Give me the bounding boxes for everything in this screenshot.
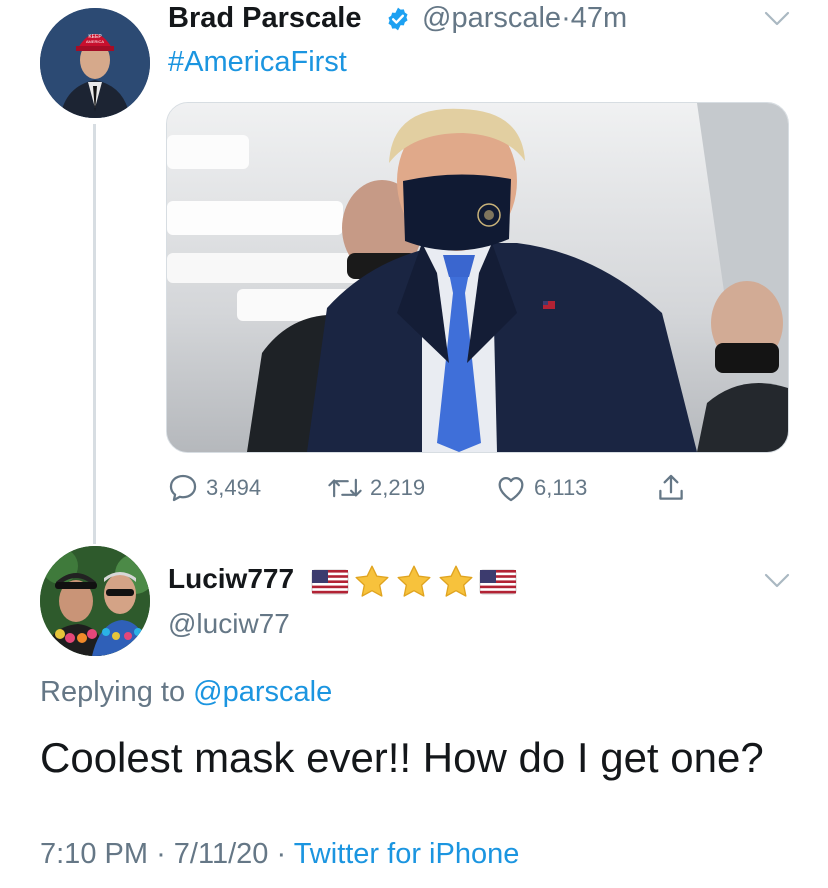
svg-text:AMERICA: AMERICA xyxy=(86,39,105,44)
tweet-text: Coolest mask ever!! How do I get one? xyxy=(40,734,764,781)
share-icon xyxy=(659,474,683,500)
display-name[interactable]: Luciw777 xyxy=(168,563,294,595)
handle[interactable]: @luciw77 xyxy=(168,608,290,640)
heart-icon xyxy=(498,476,524,502)
replying-to-label: Replying to xyxy=(40,676,186,708)
separator: · xyxy=(276,838,287,870)
thread-connector-line xyxy=(93,124,96,544)
mention-link[interactable]: @parscale xyxy=(193,676,332,708)
chevron-down-icon[interactable] xyxy=(764,10,790,28)
separator: · xyxy=(156,838,166,870)
replying-to: Replying to @parscale xyxy=(40,676,332,709)
like-count: 6,113 xyxy=(534,475,588,500)
display-name[interactable]: Brad Parscale xyxy=(168,2,361,35)
retweet-button[interactable]: 2,219 xyxy=(326,470,425,506)
tweet-source-link[interactable]: Twitter for iPhone xyxy=(294,838,520,870)
reply-count: 3,494 xyxy=(206,475,262,500)
tweet-actions-bar: 3,494 2,219 6,113 xyxy=(166,470,726,506)
person-avatar-image: KEEP AMERICA xyxy=(40,8,150,118)
couple-avatar-image xyxy=(40,546,150,656)
retweet-count: 2,219 xyxy=(370,475,426,500)
tweet-media-photo[interactable] xyxy=(166,102,789,453)
reply-icon xyxy=(169,474,197,502)
verified-badge-icon xyxy=(388,7,408,31)
timestamp[interactable]: 47m xyxy=(571,2,627,34)
star-icon xyxy=(439,565,473,597)
star-icon xyxy=(397,565,431,597)
hashtag-link[interactable]: #AmericaFirst xyxy=(168,46,347,79)
retweet-icon xyxy=(328,478,362,498)
reply-button[interactable]: 3,494 xyxy=(166,470,261,506)
avatar[interactable]: KEEP AMERICA xyxy=(40,8,150,118)
photo-illustration xyxy=(167,103,788,452)
tweet-meta: 7:10 PM · 7/11/20 · Twitter for iPhone xyxy=(40,838,519,871)
tweet-date: 7/11/20 xyxy=(173,838,269,870)
handle[interactable]: @parscale xyxy=(422,2,561,34)
star-icon xyxy=(355,565,389,597)
avatar[interactable] xyxy=(40,546,150,656)
like-button[interactable]: 6,113 xyxy=(494,470,587,506)
tweet-time: 7:10 PM xyxy=(40,838,148,870)
share-button[interactable] xyxy=(654,470,688,506)
handle-and-time: @parscale·47m xyxy=(422,2,627,35)
name-emojis xyxy=(310,562,518,602)
us-flag-icon xyxy=(311,569,349,595)
separator: · xyxy=(561,2,571,34)
us-flag-icon xyxy=(479,569,517,595)
chevron-down-icon[interactable] xyxy=(764,572,790,590)
